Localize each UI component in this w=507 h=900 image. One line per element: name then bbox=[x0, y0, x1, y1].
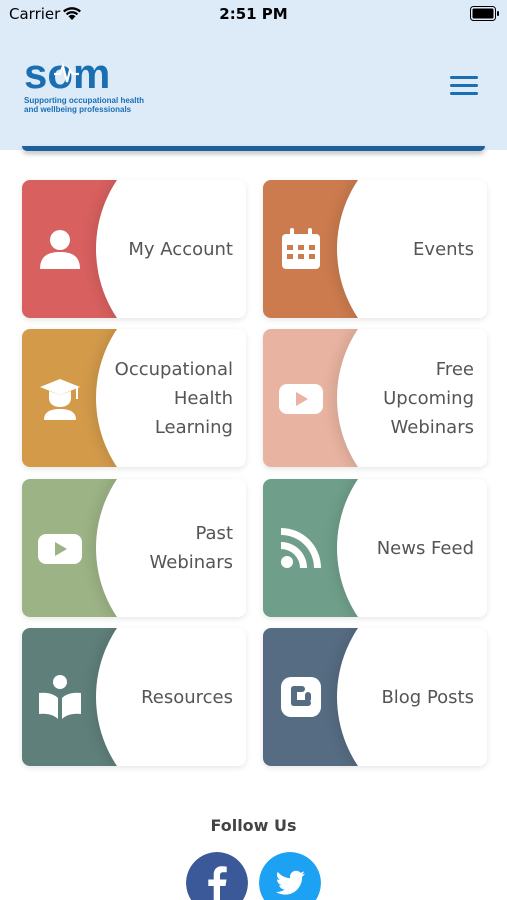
tile-label: News Feed bbox=[376, 537, 474, 559]
header-divider bbox=[22, 146, 485, 151]
follow-us-label: Follow Us bbox=[210, 816, 297, 835]
facebook-icon[interactable] bbox=[186, 852, 248, 900]
tile-label: Events bbox=[413, 238, 474, 260]
youtube-icon bbox=[36, 524, 84, 572]
youtube-icon bbox=[277, 374, 325, 422]
logo-word: som bbox=[24, 52, 110, 94]
calendar-icon bbox=[277, 225, 325, 273]
logo-tagline-line2: and wellbeing professionals bbox=[24, 105, 132, 114]
logo-tagline: Supporting occupational health and wellb… bbox=[24, 96, 154, 114]
menu-tile-news-feed[interactable]: News Feed bbox=[263, 479, 487, 617]
som-wordmark: som bbox=[24, 52, 110, 94]
menu-tile-occupational-health-learning[interactable]: Occupational Health Learning bbox=[22, 329, 246, 467]
som-logo[interactable]: som Supporting occupational health and w… bbox=[24, 52, 154, 118]
app-header: Carrier 2:51 PM som Supporting occupatio… bbox=[0, 0, 507, 150]
tile-label: My Account bbox=[128, 238, 233, 260]
graduate-icon bbox=[36, 374, 84, 422]
tile-label: Free Upcoming Webinars bbox=[383, 358, 474, 438]
logo-tagline-line1: Supporting occupational health bbox=[24, 96, 144, 105]
menu-tile-blog-posts[interactable]: Blog Posts bbox=[263, 628, 487, 766]
book-reader-icon bbox=[36, 673, 84, 721]
tile-label: Blog Posts bbox=[381, 686, 474, 708]
tile-label: Occupational Health Learning bbox=[114, 358, 233, 438]
menu-tile-resources[interactable]: Resources bbox=[22, 628, 246, 766]
tile-label: Past Webinars bbox=[149, 523, 233, 573]
hamburger-icon[interactable] bbox=[448, 73, 480, 99]
user-icon bbox=[36, 225, 84, 273]
status-bar: Carrier 2:51 PM bbox=[0, 0, 507, 30]
battery-icon bbox=[470, 6, 499, 21]
blogger-icon bbox=[277, 673, 325, 721]
menu-tile-events[interactable]: Events bbox=[263, 180, 487, 318]
menu-tile-my-account[interactable]: My Account bbox=[22, 180, 246, 318]
menu-tile-free-upcoming-webinars[interactable]: Free Upcoming Webinars bbox=[263, 329, 487, 467]
tile-label: Resources bbox=[141, 686, 233, 708]
clock: 2:51 PM bbox=[219, 5, 288, 23]
twitter-icon[interactable] bbox=[259, 852, 321, 900]
rss-icon bbox=[277, 524, 325, 572]
menu-tile-past-webinars[interactable]: Past Webinars bbox=[22, 479, 246, 617]
